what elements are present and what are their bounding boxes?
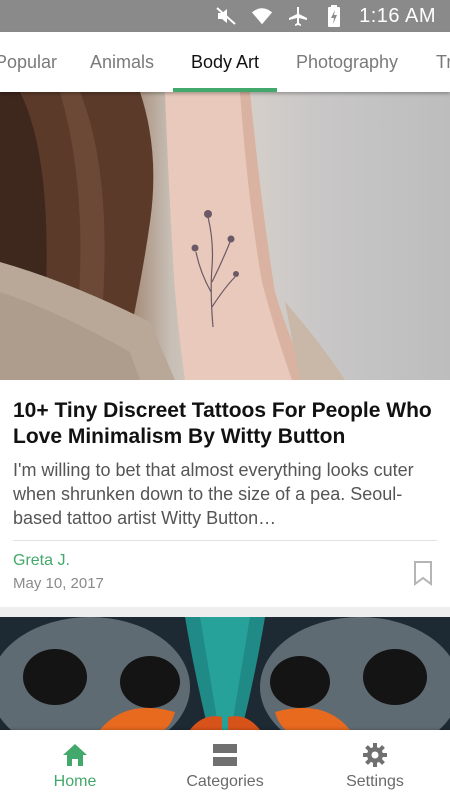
home-icon (61, 741, 89, 769)
nav-home[interactable]: Home (0, 730, 150, 800)
gear-icon (361, 741, 389, 769)
tab-label: Tr (436, 51, 450, 72)
article-title[interactable]: 10+ Tiny Discreet Tattoos For People Who… (13, 398, 437, 450)
nav-settings[interactable]: Settings (300, 730, 450, 800)
nav-label: Categories (186, 773, 264, 790)
active-tab-indicator (173, 88, 277, 92)
tab-body-art[interactable]: Body Art (173, 32, 277, 92)
mute-icon (215, 5, 237, 27)
nav-categories[interactable]: Categories (150, 730, 300, 800)
article-date: May 10, 2017 (13, 575, 104, 592)
nav-label: Settings (346, 773, 404, 790)
tab-popular[interactable]: Popular (0, 32, 64, 92)
categories-icon (211, 741, 239, 769)
airplane-mode-icon (287, 5, 309, 27)
tab-partial[interactable]: Tr (424, 32, 450, 92)
tab-label: Popular (0, 51, 58, 72)
wifi-icon (251, 5, 273, 27)
nav-label: Home (53, 773, 97, 790)
article-excerpt: I'm willing to bet that almost everythin… (13, 460, 414, 528)
article-meta: Greta J. May 10, 2017 (13, 541, 437, 607)
tab-label: Body Art (190, 51, 260, 72)
status-bar: 1:16 AM (0, 0, 450, 32)
tab-label: Photography (295, 51, 399, 72)
bookmark-outline-icon[interactable] (412, 560, 434, 586)
article-thumbnail[interactable] (0, 92, 450, 380)
article-author[interactable]: Greta J. (13, 552, 70, 570)
article-card-body: 10+ Tiny Discreet Tattoos For People Who… (0, 380, 450, 607)
app-screen: 1:16 AM Popular Animals Body Art Photogr… (0, 0, 450, 800)
tab-label: Animals (89, 51, 155, 72)
tab-photography[interactable]: Photography (288, 32, 406, 92)
article-thumbnail[interactable] (0, 617, 450, 730)
bottom-navigation: Home Categories Settings (0, 730, 450, 800)
battery-charging-icon (323, 5, 345, 27)
article-feed[interactable]: 10+ Tiny Discreet Tattoos For People Who… (0, 92, 450, 730)
category-tab-bar: Popular Animals Body Art Photography Tr (0, 32, 450, 92)
tab-animals[interactable]: Animals (78, 32, 166, 92)
status-time: 1:16 AM (359, 4, 436, 27)
article-card[interactable]: 10+ Tiny Discreet Tattoos For People Who… (0, 92, 450, 607)
article-card[interactable] (0, 617, 450, 730)
